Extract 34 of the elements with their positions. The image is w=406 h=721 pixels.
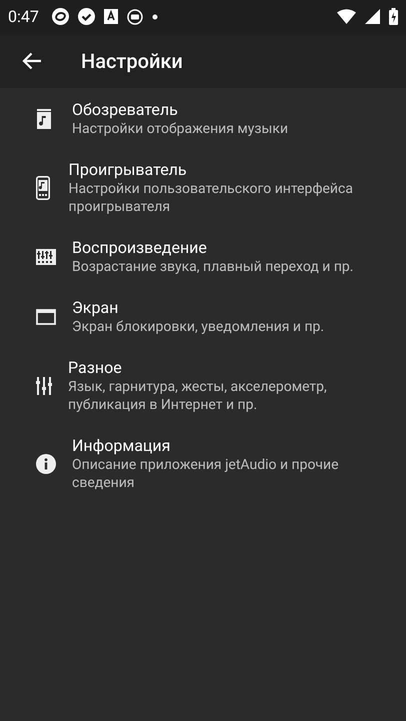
- settings-item[interactable]: Проигрыватель Настройки пользовательского интерфейса проигрывателя: [0, 149, 406, 227]
- settings-item[interactable]: Воспроизведение Возрастание звука, плавный переход и пр.: [0, 227, 406, 287]
- window-icon: [36, 309, 56, 325]
- battery-icon: [389, 8, 398, 25]
- wifi-icon: [337, 9, 356, 24]
- item-summary: Настройки пользовательского интерфейса проигрывателя: [68, 180, 354, 216]
- check-circle-icon: [78, 8, 95, 25]
- item-summary: Экран блокировки, уведомления и пр.: [72, 318, 324, 336]
- item-title: Проигрыватель: [68, 160, 187, 180]
- sync-icon: [52, 8, 69, 25]
- item-title: Экран: [72, 298, 118, 318]
- phone-music-icon: [36, 176, 50, 200]
- settings-item[interactable]: Разное Язык, гарнитура, жесты, акселерометр, публикация в Интернет и пр.: [0, 347, 406, 425]
- item-title: Разное: [68, 358, 122, 378]
- letter-box-icon: [104, 9, 118, 24]
- sliders-icon: [36, 377, 52, 395]
- info-icon: [36, 454, 56, 474]
- item-summary: Язык, гарнитура, жесты, акселерометр, публикация в Интернет и пр.: [68, 378, 328, 414]
- item-summary: Описание приложения jetAudio и прочие сведения: [72, 456, 340, 492]
- settings-item[interactable]: Экран Экран блокировки, уведомления и пр.: [0, 287, 406, 347]
- screen-title: Настройки: [81, 48, 183, 72]
- item-title: Воспроизведение: [72, 238, 207, 258]
- signal-icon: [365, 9, 380, 24]
- item-title: Обозреватель: [72, 100, 178, 120]
- item-summary: Возрастание звука, плавный переход и пр.: [72, 258, 354, 276]
- clock: 0:47: [8, 7, 39, 26]
- item-summary: Настройки отображения музыки: [72, 120, 288, 138]
- dot-icon: [152, 14, 158, 20]
- item-title: Информация: [72, 436, 170, 456]
- settings-item[interactable]: Обозреватель Настройки отображения музыки: [0, 89, 406, 149]
- settings-item[interactable]: Информация Описание приложения jetAudio и прочие сведения: [0, 425, 406, 503]
- mixer-icon: [36, 249, 56, 265]
- music-book-icon: [36, 109, 52, 129]
- radio-icon: [126, 8, 143, 24]
